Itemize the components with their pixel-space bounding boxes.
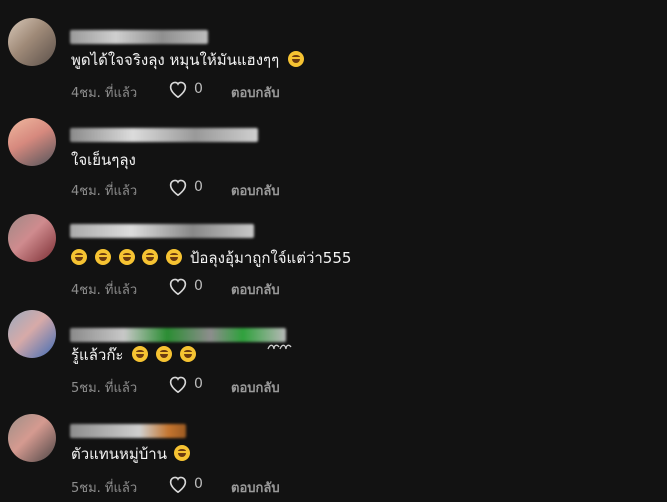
comment-item: ตัวแทนหมู่บ้าน 5ชม. ที่แล้ว 0 ตอบกลับ (0, 410, 667, 502)
grinning-emoji-icon (142, 249, 159, 265)
heart-icon[interactable] (168, 475, 188, 493)
heart-icon[interactable] (168, 277, 188, 295)
avatar[interactable] (8, 214, 56, 262)
username-redacted[interactable] (70, 424, 186, 438)
comment-item: ใจเย็นๆลุง 4ชม. ที่แล้ว 0 ตอบกลับ (0, 118, 667, 213)
grinning-emoji-icon (287, 51, 304, 67)
like-button[interactable]: 0 (168, 178, 203, 196)
like-button[interactable]: 0 (168, 80, 203, 98)
reply-button[interactable]: ตอบกลับ (231, 82, 280, 103)
grinning-emoji-icon (94, 249, 111, 265)
like-count: 0 (194, 179, 203, 195)
heart-icon[interactable] (168, 178, 188, 196)
grinning-emoji-icon (166, 249, 183, 265)
grinning-emoji-icon (179, 346, 196, 362)
comment-text-content: รู้แล้วก๊ะ (71, 346, 124, 364)
like-button[interactable]: 0 (168, 375, 203, 393)
like-button[interactable]: 0 (168, 475, 203, 493)
comment-item: รู้แล้วก๊ะ 5ชม. ที่แล้ว 0 ตอบกลับ (0, 310, 667, 405)
heart-icon[interactable] (168, 80, 188, 98)
comment-text: ใจเย็นๆลุง (71, 150, 136, 170)
comment-text-content: ป้อลุงอุ้มาถูกใจ์แต่ว่า555 (189, 249, 352, 267)
comment-text: ตัวแทนหมู่บ้าน (71, 444, 193, 464)
avatar[interactable] (8, 18, 56, 66)
comment-item: พูดได้ใจจริงลุง หมุนให้มันแฮงๆๆ 4ชม. ที่… (0, 14, 667, 109)
username-redacted[interactable] (70, 30, 208, 44)
heart-icon[interactable] (168, 375, 188, 393)
reply-button[interactable]: ตอบกลับ (231, 180, 280, 201)
comment-list: พูดได้ใจจริงลุง หมุนให้มันแฮงๆๆ 4ชม. ที่… (0, 0, 667, 502)
like-button[interactable]: 0 (168, 277, 203, 295)
username-redacted[interactable] (70, 224, 254, 238)
comment-text: รู้แล้วก๊ะ (71, 345, 199, 365)
reply-button[interactable]: ตอบกลับ (231, 477, 280, 498)
avatar[interactable] (8, 118, 56, 166)
comment-time: 4ชม. ที่แล้ว (71, 86, 138, 101)
grinning-emoji-icon (118, 249, 135, 265)
comment-time: 5ชม. ที่แล้ว (71, 381, 138, 396)
username-redacted[interactable] (70, 328, 286, 342)
grinning-emoji-icon (156, 346, 173, 362)
avatar[interactable] (8, 310, 56, 358)
comment-text: พูดได้ใจจริงลุง หมุนให้มันแฮงๆๆ (71, 50, 307, 70)
comment-text-content: พูดได้ใจจริงลุง หมุนให้มันแฮงๆๆ (71, 51, 280, 69)
rolling-laughing-emoji-icon (132, 346, 149, 362)
like-count: 0 (194, 278, 203, 294)
scribble-marks (266, 339, 294, 358)
reply-button[interactable]: ตอบกลับ (231, 377, 280, 398)
like-count: 0 (194, 376, 203, 392)
comment-text-content: ตัวแทนหมู่บ้าน (71, 445, 167, 463)
like-count: 0 (194, 476, 203, 492)
comment-item: ป้อลุงอุ้มาถูกใจ์แต่ว่า555 4ชม. ที่แล้ว … (0, 214, 667, 309)
like-count: 0 (194, 81, 203, 97)
username-redacted[interactable] (70, 128, 258, 142)
grinning-emoji-icon (71, 249, 87, 265)
comment-time: 5ชม. ที่แล้ว (71, 481, 138, 496)
comment-time: 4ชม. ที่แล้ว (71, 283, 138, 298)
comment-time: 4ชม. ที่แล้ว (71, 184, 138, 199)
reply-button[interactable]: ตอบกลับ (231, 279, 280, 300)
comment-text: ป้อลุงอุ้มาถูกใจ์แต่ว่า555 (71, 248, 351, 268)
comment-text-content: ใจเย็นๆลุง (71, 151, 136, 169)
grinning-emoji-icon (173, 445, 190, 461)
avatar[interactable] (8, 414, 56, 462)
